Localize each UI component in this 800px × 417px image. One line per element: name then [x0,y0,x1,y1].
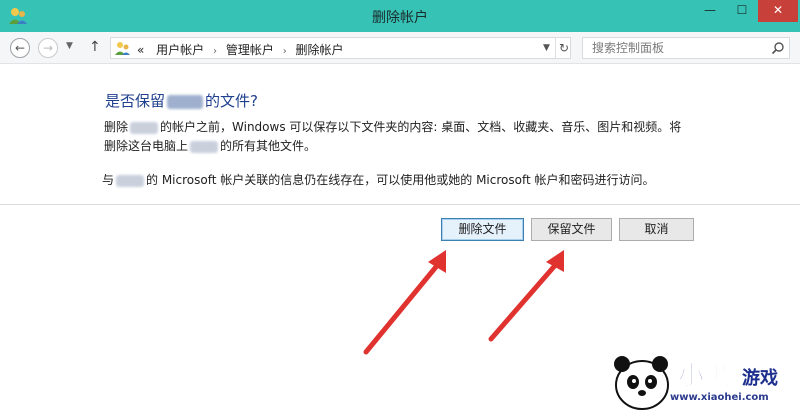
address-bar[interactable]: « 用户帐户 › 管理帐户 › 删除帐户 ▼ ↻ [110,37,571,59]
microsoft-account-note: 与 的 Microsoft 帐户关联的信息仍在线存在，可以使用他或她的 Micro… [102,171,655,188]
text-segment: 删除 [104,120,129,134]
text-segment: 的所有其他文件。 [220,139,317,153]
description-line-2: 删除这台电脑上 的所有其他文件。 [104,137,316,154]
redacted-username [167,94,204,109]
text-segment: 删除这台电脑上 [104,139,189,153]
cancel-button[interactable]: 取消 [619,218,694,241]
text-segment: 的帐户之前，Windows 可以保存以下文件夹的内容: 桌面、文档、收藏夹、音乐… [160,120,682,134]
watermark-domain: www.xiaohei.com [670,392,769,403]
arrow-to-keep-icon [488,250,564,342]
breadcrumb-delete-account[interactable]: 删除帐户 [296,43,344,57]
address-toolbar: ← → ▼ ↑ « 用户帐户 › 管理帐户 › 删除帐户 ▼ ↻ [0,32,800,64]
divider [0,204,800,205]
search-input[interactable] [583,38,763,58]
redacted-username [190,140,219,153]
svg-text:游戏: 游戏 [742,367,778,389]
refresh-button[interactable]: ↻ [555,38,572,58]
redacted-username [130,121,159,134]
breadcrumb-manage-accounts[interactable]: 管理帐户 [226,43,274,57]
panda-logo-icon: 小黑 游戏 [614,356,778,410]
text-segment: 与 [102,173,115,187]
redacted-username [116,174,145,187]
address-dropdown[interactable]: ▼ [543,43,550,53]
heading-suffix: 的文件? [205,92,258,110]
description-line-1: 删除 的帐户之前，Windows 可以保存以下文件夹的内容: 桌面、文档、收藏夹、… [104,118,681,135]
arrow-to-delete-icon [363,250,446,355]
text-segment: 的 Microsoft 帐户关联的信息仍在线存在，可以使用他或她的 Micros… [146,173,655,187]
page-title: 是否保留 的文件? [105,90,258,111]
breadcrumb-separator-icon: › [213,46,218,57]
breadcrumb: « 用户帐户 › 管理帐户 › 删除帐户 [137,41,344,58]
delete-files-button[interactable]: 删除文件 [441,218,524,241]
back-button[interactable]: ← [10,38,30,58]
forward-button[interactable]: → [38,38,58,58]
search-box [582,37,790,59]
maximize-button[interactable]: ☐ [727,0,757,22]
recent-locations-dropdown[interactable]: ▼ [66,41,73,51]
title-bar: 删除帐户 — ☐ ✕ [0,0,800,32]
breadcrumb-overflow[interactable]: « [137,43,144,57]
watermark-logo: 小黑 游戏 www.xiaohei.com [600,340,800,417]
search-icon[interactable] [771,41,785,55]
breadcrumb-user-accounts[interactable]: 用户帐户 [156,43,204,57]
minimize-button[interactable]: — [695,0,725,22]
up-button[interactable]: ↑ [89,39,101,55]
close-button[interactable]: ✕ [758,0,798,22]
window-title: 删除帐户 [372,10,428,26]
heading-prefix: 是否保留 [105,92,166,110]
svg-text:小黑: 小黑 [678,361,730,391]
breadcrumb-separator-icon: › [282,46,287,57]
keep-files-button[interactable]: 保留文件 [531,218,612,241]
user-accounts-icon [115,42,130,55]
